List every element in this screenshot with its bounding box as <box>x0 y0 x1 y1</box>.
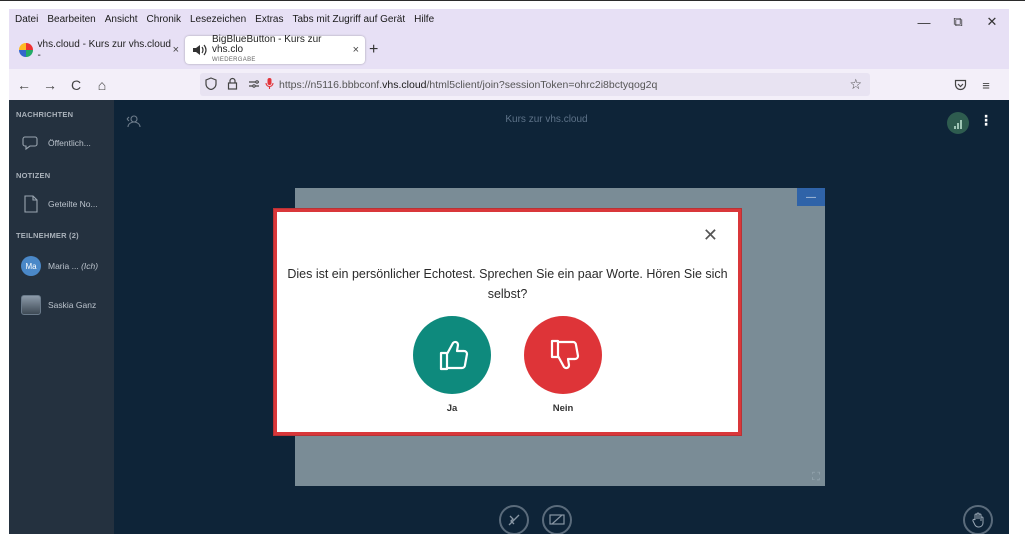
menu-bar: Datei Bearbeiten Ansicht Chronik Lesezei… <box>9 9 1009 29</box>
address-bar[interactable]: https://n5116.bbbconf.vhs.cloud/html5cli… <box>200 73 870 96</box>
browser-window: Datei Bearbeiten Ansicht Chronik Lesezei… <box>9 9 1009 534</box>
new-tab-button[interactable]: + <box>369 41 378 59</box>
media-controls <box>499 505 572 534</box>
meeting-title: Kurs zur vhs.cloud <box>505 114 588 125</box>
lock-icon[interactable] <box>227 77 238 93</box>
participant-name: Maria ... <box>48 261 79 271</box>
tab-bar: vhs.cloud - Kurs zur vhs.cloud - × BigBl… <box>9 33 1009 69</box>
url-text[interactable]: https://n5116.bbbconf.vhs.cloud/html5cli… <box>279 79 657 91</box>
restore-button[interactable]: ⧉ <box>941 9 975 35</box>
participant-name: Saskia Ganz <box>48 300 97 310</box>
chat-icon <box>21 133 41 153</box>
back-button[interactable]: ← <box>13 74 35 96</box>
more-options-icon[interactable]: ⋮ <box>979 112 993 129</box>
close-window-button[interactable]: ✕ <box>975 9 1009 35</box>
menu-chronik[interactable]: Chronik <box>147 14 181 25</box>
echo-no-label: Nein <box>552 403 574 414</box>
forward-button[interactable]: → <box>39 74 61 96</box>
hamburger-menu-icon[interactable]: ≡ <box>973 74 999 96</box>
raise-hand-icon[interactable] <box>963 505 993 534</box>
microphone-icon[interactable] <box>265 77 274 93</box>
menu-bearbeiten[interactable]: Bearbeiten <box>47 14 95 25</box>
thumbs-down-icon <box>550 339 580 370</box>
fullscreen-icon[interactable]: ⛶ <box>809 470 823 484</box>
minimize-button[interactable]: — <box>907 9 941 35</box>
tab-vhs-cloud[interactable]: vhs.cloud - Kurs zur vhs.cloud - × <box>13 36 185 64</box>
menu-hilfe[interactable]: Hilfe <box>414 14 434 25</box>
bigbluebutton-app: NACHRICHTEN Öffentlich... NOTIZEN Geteil… <box>9 100 1009 534</box>
thumbs-up-icon <box>439 340 469 371</box>
menu-datei[interactable]: Datei <box>15 14 38 25</box>
sidebar-item-shared-notes[interactable]: Geteilte No... <box>21 194 98 214</box>
bookmark-star-icon[interactable]: ☆ <box>849 76 862 93</box>
echo-yes-button[interactable] <box>413 316 491 394</box>
avatar <box>21 295 41 315</box>
avatar: Ma <box>21 256 41 276</box>
pocket-icon[interactable] <box>947 74 973 96</box>
home-button[interactable]: ⌂ <box>91 74 113 96</box>
participant-self-tag: (Ich) <box>81 261 99 271</box>
connection-status-icon[interactable] <box>947 112 969 134</box>
echo-yes-option: Ja <box>412 316 492 414</box>
echo-yes-label: Ja <box>446 403 458 414</box>
window-controls: — ⧉ ✕ <box>907 9 1009 35</box>
messages-header: NACHRICHTEN <box>16 110 74 119</box>
shield-icon[interactable] <box>205 76 217 93</box>
tab-title: BigBlueButton - Kurs zur vhs.clo <box>212 34 322 55</box>
echo-test-modal: ✕ Dies ist ein persönlicher Echotest. Sp… <box>274 209 741 435</box>
tab-subtitle: WIEDERGABE <box>212 57 256 63</box>
audio-muted-icon[interactable] <box>499 505 529 534</box>
participants-header: TEILNEHMER (2) <box>16 231 79 240</box>
document-icon <box>21 194 41 214</box>
menu-ansicht[interactable]: Ansicht <box>105 14 138 25</box>
echo-no-option: Nein <box>523 316 603 414</box>
screen-share-off-icon[interactable] <box>542 505 572 534</box>
top-border <box>0 0 1025 1</box>
reload-button[interactable]: C <box>65 74 87 96</box>
tab-close-icon[interactable]: × <box>173 44 179 56</box>
menu-extras[interactable]: Extras <box>255 14 283 25</box>
tab-title: vhs.cloud - Kurs zur vhs.cloud - <box>37 39 171 61</box>
echo-no-button[interactable] <box>524 316 602 394</box>
participant-item[interactable]: Ma Maria ... (Ich) <box>21 256 98 276</box>
permissions-icon[interactable] <box>248 78 260 92</box>
participant-item[interactable]: Saskia Ganz <box>21 295 96 315</box>
tab-close-icon[interactable]: × <box>353 44 359 56</box>
sidebar-item-label: Geteilte No... <box>48 199 98 209</box>
sidebar-item-public-chat[interactable]: Öffentlich... <box>21 133 91 153</box>
notes-header: NOTIZEN <box>16 171 51 180</box>
menu-tabs-mit-zugriff[interactable]: Tabs mit Zugriff auf Gerät <box>293 14 406 25</box>
sidebar: NACHRICHTEN Öffentlich... NOTIZEN Geteil… <box>9 100 114 534</box>
tab-bigbluebutton[interactable]: BigBlueButton - Kurs zur vhs.clo WIEDERG… <box>185 34 365 64</box>
menu-lesezeichen[interactable]: Lesezeichen <box>190 14 246 25</box>
minimize-presentation-button[interactable]: — <box>797 188 825 206</box>
navigation-bar: ← → C ⌂ https://n5116.bbbconf.vhs.cloud/… <box>9 69 1009 100</box>
echo-test-prompt: Dies ist ein persönlicher Echotest. Spre… <box>287 267 728 301</box>
vhs-cloud-favicon-icon <box>19 43 33 57</box>
close-icon[interactable]: ✕ <box>703 226 718 244</box>
speaker-playing-icon <box>191 43 207 57</box>
sidebar-item-label: Öffentlich... <box>48 138 91 148</box>
